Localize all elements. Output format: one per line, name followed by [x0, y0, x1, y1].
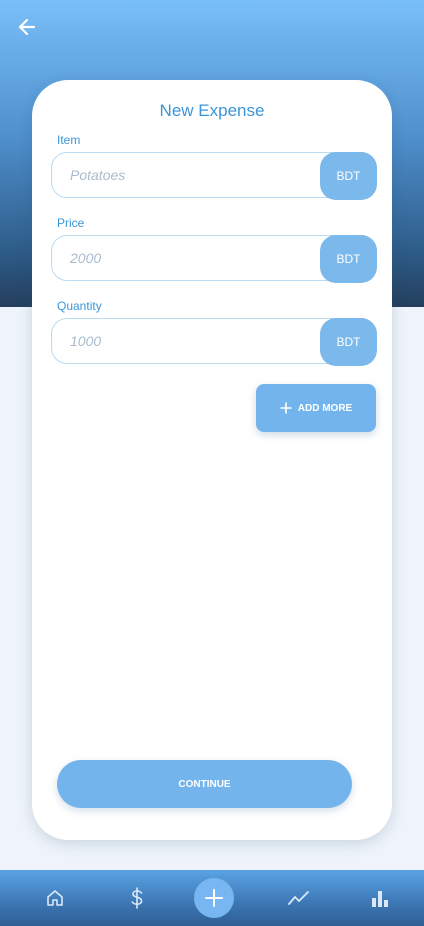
nav-statistics[interactable]	[366, 884, 394, 912]
quantity-input[interactable]	[70, 319, 310, 363]
continue-button[interactable]: CONTINUE	[57, 760, 352, 808]
price-label: Price	[57, 216, 85, 230]
back-button[interactable]	[14, 14, 40, 40]
item-input[interactable]	[70, 153, 310, 197]
plus-icon	[279, 402, 292, 414]
arrow-left-icon	[18, 18, 36, 36]
quantity-label: Quantity	[57, 299, 102, 313]
item-label: Item	[57, 133, 81, 147]
nav-add-button[interactable]	[194, 878, 234, 918]
nav-expenses[interactable]	[123, 884, 151, 912]
quantity-field: BDT	[51, 318, 377, 366]
bar-chart-icon	[372, 891, 388, 907]
price-currency-button[interactable]: BDT	[320, 235, 377, 283]
item-currency-button[interactable]: BDT	[320, 152, 377, 200]
nav-trends[interactable]	[285, 884, 313, 912]
add-more-button[interactable]: ADD MORE	[256, 384, 376, 432]
quantity-currency-button[interactable]: BDT	[320, 318, 377, 366]
item-field: BDT	[51, 152, 377, 200]
price-field: BDT	[51, 235, 377, 283]
expense-form-card: New Expense Item BDT Price BDT Quantity …	[32, 80, 392, 840]
price-input[interactable]	[70, 236, 310, 280]
plus-icon	[205, 889, 223, 907]
dollar-icon	[131, 887, 143, 909]
form-title: New Expense	[159, 101, 265, 120]
bottom-navigation	[0, 870, 424, 926]
nav-home[interactable]	[41, 884, 69, 912]
add-more-label: ADD MORE	[297, 402, 353, 414]
home-icon	[47, 890, 63, 906]
trend-line-icon	[288, 891, 309, 905]
